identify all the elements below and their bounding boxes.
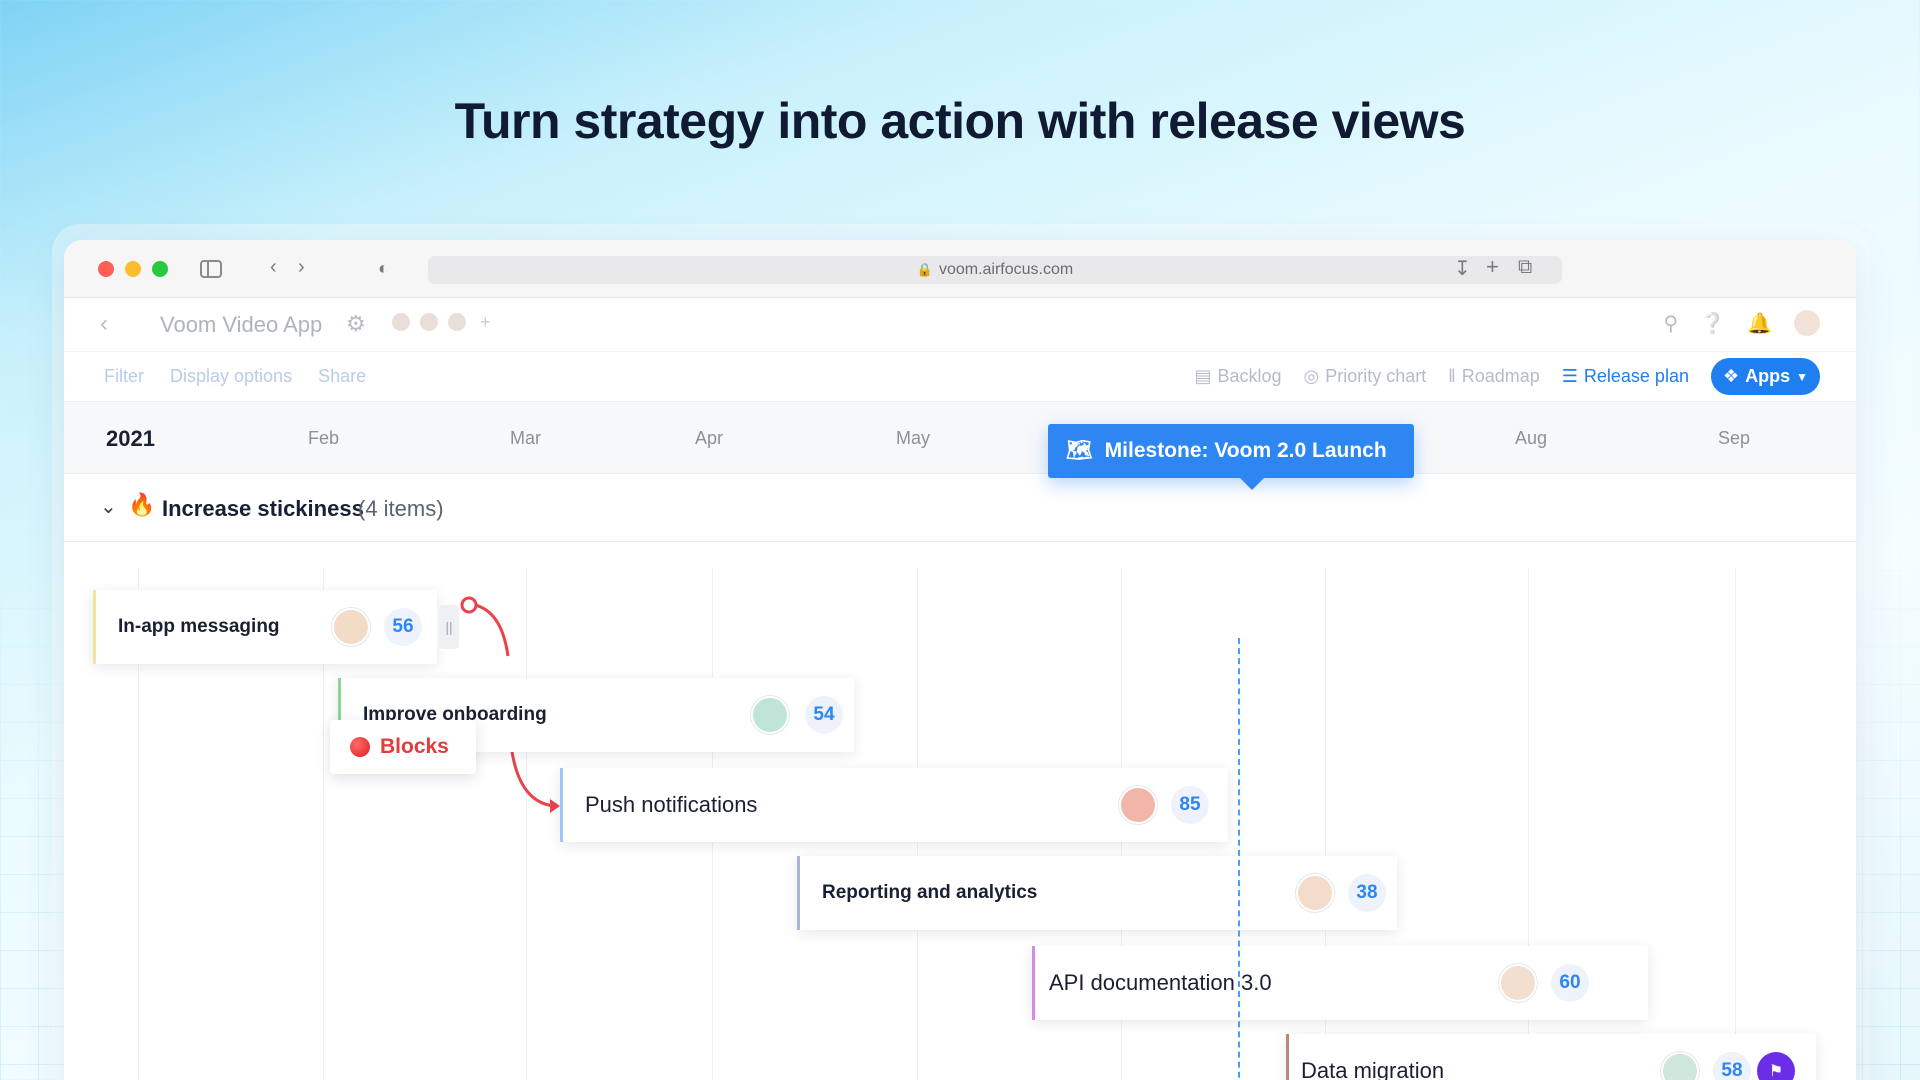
item-score: 60 xyxy=(1551,964,1589,1002)
item-bar-push-notifications[interactable]: Push notifications 85 xyxy=(560,768,1228,842)
month-label: May xyxy=(896,428,931,448)
browser-window: ‹ › ◐ 🔒 voom.airfocus.com ↧ + ⧉ ‹ Voom V… xyxy=(64,240,1856,1080)
assignee-avatar[interactable] xyxy=(1499,964,1537,1002)
month-label: Apr xyxy=(695,428,724,448)
resize-handle[interactable]: || xyxy=(439,605,459,649)
month-label: Aug xyxy=(1515,428,1548,448)
gear-icon[interactable]: ⚙ xyxy=(346,311,366,337)
group-title: Increase stickiness xyxy=(162,496,364,521)
blocks-dependency-chip[interactable]: Blocks xyxy=(330,720,476,774)
browser-back-icon[interactable]: ‹ xyxy=(270,256,277,279)
minimize-window-button[interactable] xyxy=(125,260,141,277)
url-bar[interactable]: 🔒 voom.airfocus.com xyxy=(428,256,1562,284)
map-icon: 🗺 xyxy=(1066,439,1093,462)
collaborator-avatars[interactable] xyxy=(390,311,468,333)
download-icon[interactable]: ↧ xyxy=(1454,256,1471,281)
sidebar-toggle-icon[interactable] xyxy=(200,260,222,278)
milestone-line xyxy=(1238,638,1240,1080)
assignee-avatar[interactable] xyxy=(751,696,789,734)
item-bar-api-documentation[interactable]: API documentation 3.0 60 xyxy=(1032,946,1648,1020)
item-score: 56 xyxy=(384,608,422,646)
toolbar-left: Filter Display options Share xyxy=(104,366,366,387)
milestone-tooltip[interactable]: 🗺 Milestone: Voom 2.0 Launch xyxy=(1048,424,1414,490)
browser-titlebar: ‹ › ◐ 🔒 voom.airfocus.com ↧ + ⧉ xyxy=(64,240,1856,298)
assignee-avatar[interactable] xyxy=(1661,1052,1699,1080)
timeline-year: 2021 xyxy=(106,426,155,451)
timeline-header: 2021 Feb Mar Apr May Aug Sep xyxy=(64,402,1856,474)
backlog-icon: ▤ xyxy=(1194,366,1212,386)
zoom-window-button[interactable] xyxy=(152,260,168,277)
fire-icon: 🔥 xyxy=(128,492,156,517)
item-score: 58 xyxy=(1713,1052,1751,1080)
item-title: In-app messaging xyxy=(118,616,280,637)
puzzle-icon: ❖ xyxy=(1722,366,1740,386)
item-title: Push notifications xyxy=(585,792,758,817)
app-header: ‹ Voom Video App ⚙ + ⚲ ❔ 🔔 xyxy=(64,298,1856,352)
tab-backlog[interactable]: ▤ Backlog xyxy=(1194,366,1281,387)
item-title: Data migration xyxy=(1301,1058,1445,1080)
month-label: Sep xyxy=(1718,428,1751,448)
share-button[interactable]: Share xyxy=(318,366,366,387)
tab-release-plan[interactable]: ☰ Release plan xyxy=(1562,366,1689,387)
group-count: (4 items) xyxy=(358,496,444,521)
priority-chart-icon: ◎ xyxy=(1303,366,1320,386)
avatar xyxy=(418,311,440,333)
assignee-avatar[interactable] xyxy=(1119,786,1157,824)
caret-down-icon: ▼ xyxy=(1796,369,1808,384)
avatar xyxy=(446,311,468,333)
search-icon[interactable]: ⚲ xyxy=(1664,311,1679,336)
filter-button[interactable]: Filter xyxy=(104,366,144,387)
item-title: Reporting and analytics xyxy=(822,882,1038,903)
help-icon[interactable]: ❔ xyxy=(1700,311,1725,336)
shield-icon[interactable]: ◐ xyxy=(378,258,389,279)
bell-icon[interactable]: 🔔 xyxy=(1747,311,1772,336)
apps-button[interactable]: ❖ Apps ▼ xyxy=(1710,358,1820,395)
page-headline: Turn strategy into action with release v… xyxy=(454,93,1466,149)
view-switcher: ▤ Backlog ◎ Priority chart ‖ Roadmap ☰ R… xyxy=(1194,358,1820,395)
user-avatar[interactable] xyxy=(1794,310,1820,336)
tab-priority-chart[interactable]: ◎ Priority chart xyxy=(1304,366,1427,387)
roadmap-icon: ‖ xyxy=(1448,366,1456,386)
back-chevron-icon[interactable]: ‹ xyxy=(100,310,108,338)
flag-icon[interactable]: ⚑ xyxy=(1757,1052,1795,1080)
month-label: Feb xyxy=(308,428,340,448)
tabs-overview-icon[interactable]: ⧉ xyxy=(1518,256,1532,279)
assignee-avatar[interactable] xyxy=(332,608,370,646)
blocks-label: Blocks xyxy=(380,735,449,758)
url-text: voom.airfocus.com xyxy=(938,261,1074,278)
display-options-button[interactable]: Display options xyxy=(170,366,292,387)
new-tab-icon[interactable]: + xyxy=(1486,254,1499,280)
release-plan-icon: ☰ xyxy=(1561,366,1578,386)
item-score: 54 xyxy=(805,696,843,734)
window-controls xyxy=(98,260,168,277)
tab-roadmap[interactable]: ‖ Roadmap xyxy=(1448,366,1539,387)
item-bar-in-app-messaging[interactable]: In-app messaging 56 xyxy=(93,590,437,664)
group-row[interactable]: ⌄ 🔥 Increase stickiness (4 items) xyxy=(64,474,1856,542)
item-score: 38 xyxy=(1348,874,1386,912)
collapse-chevron-icon[interactable]: ⌄ xyxy=(100,494,117,519)
header-actions: ⚲ ❔ 🔔 xyxy=(1664,310,1820,336)
item-score: 85 xyxy=(1171,786,1209,824)
invite-plus-icon[interactable]: + xyxy=(480,312,491,333)
assignee-avatar[interactable] xyxy=(1296,874,1334,912)
browser-forward-icon[interactable]: › xyxy=(298,256,305,279)
avatar xyxy=(390,311,412,333)
lock-icon: 🔒 xyxy=(916,262,933,277)
blocked-dot-icon xyxy=(350,737,370,757)
workspace-title[interactable]: Voom Video App xyxy=(160,312,322,338)
release-board: In-app messaging 56 || Improve onboardin… xyxy=(64,568,1856,1080)
item-bar-reporting-and-analytics[interactable]: Reporting and analytics 38 xyxy=(797,856,1397,930)
milestone-label: Milestone: Voom 2.0 Launch xyxy=(1104,439,1387,462)
month-label: Mar xyxy=(510,428,541,448)
item-bar-data-migration[interactable]: Data migration 58 ⚑ xyxy=(1286,1034,1816,1080)
close-window-button[interactable] xyxy=(98,260,114,277)
view-toolbar: Filter Display options Share ▤ Backlog ◎… xyxy=(64,352,1856,402)
